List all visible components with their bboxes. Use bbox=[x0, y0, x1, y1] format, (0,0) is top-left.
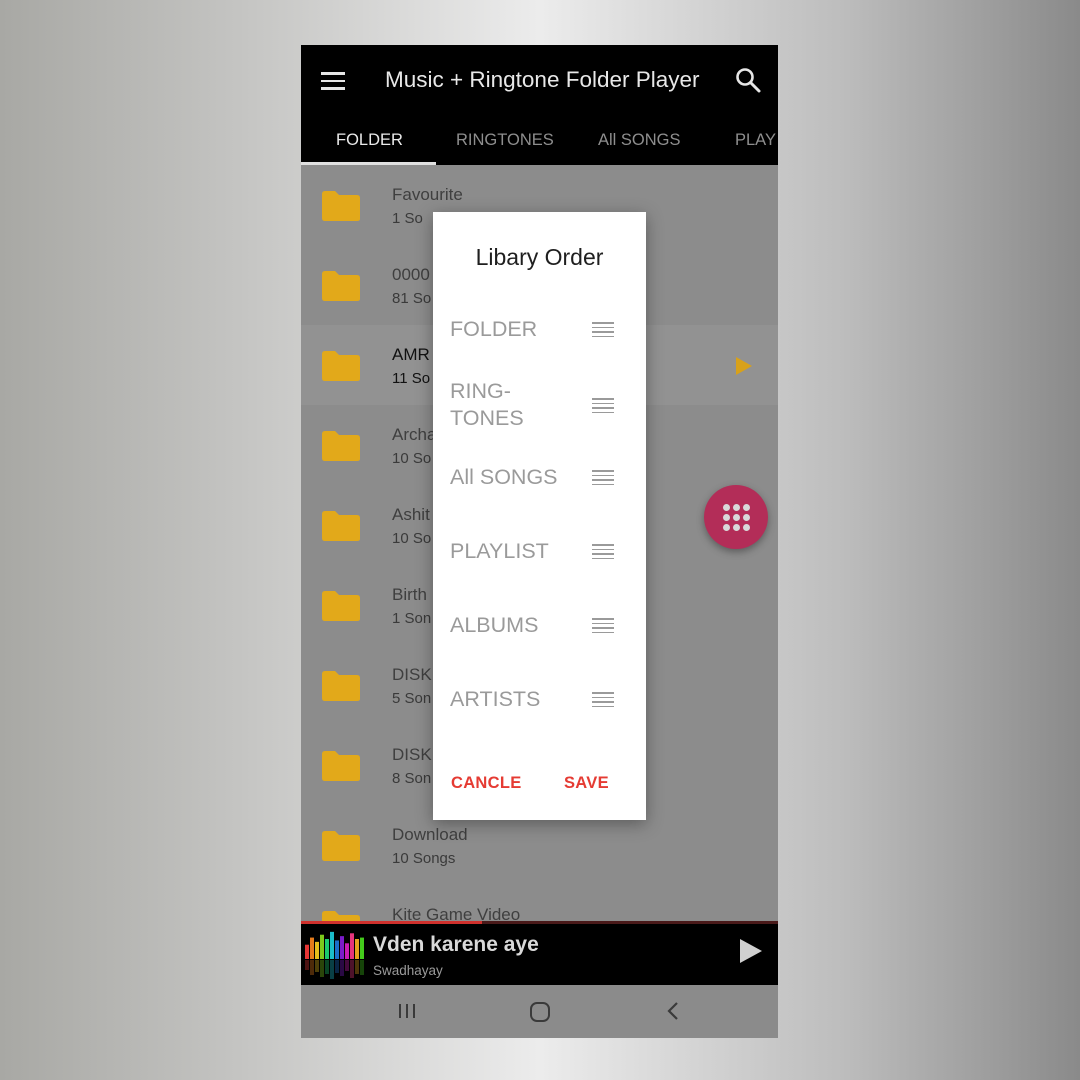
folder-name: Favourite bbox=[392, 185, 463, 204]
folder-name: DISK bbox=[392, 745, 432, 764]
dialpad-fab-button[interactable] bbox=[704, 485, 768, 549]
playback-progress[interactable] bbox=[301, 921, 778, 924]
tab-all-songs[interactable]: All SONGS bbox=[598, 131, 681, 150]
order-item-label: RING- TONES bbox=[450, 379, 524, 430]
order-item-label: ARTISTS bbox=[450, 687, 541, 711]
playback-progress-fill bbox=[301, 921, 483, 924]
folder-song-count: 10 Songs bbox=[392, 850, 456, 867]
folder-icon bbox=[321, 590, 361, 622]
drag-handle-icon[interactable] bbox=[592, 470, 614, 486]
app-title: Music + Ringtone Folder Player bbox=[385, 67, 700, 92]
folder-name: Archa bbox=[392, 425, 437, 444]
folder-name: DISK bbox=[392, 665, 432, 684]
folder-name: AMR bbox=[392, 345, 430, 364]
folder-icon bbox=[321, 190, 361, 222]
drag-handle-icon[interactable] bbox=[592, 398, 614, 414]
drag-handle-icon[interactable] bbox=[592, 544, 614, 560]
folder-song-count: 10 So bbox=[392, 530, 432, 547]
save-button[interactable]: SAVE bbox=[564, 774, 609, 793]
play-icon[interactable] bbox=[734, 355, 754, 382]
library-order-dialog: Libary Order FOLDER RING- TONES All SONGS P… bbox=[433, 212, 646, 820]
tab-ringtones[interactable]: RINGTONES bbox=[456, 131, 554, 150]
folder-icon bbox=[321, 750, 361, 782]
folder-icon bbox=[321, 430, 361, 462]
track-title: Vden karene aye bbox=[373, 933, 539, 956]
folder-name: Birth bbox=[392, 585, 427, 604]
folder-song-count: 1 So bbox=[392, 210, 423, 227]
order-item-label: ALBUMS bbox=[450, 613, 539, 637]
folder-name: Download bbox=[392, 825, 468, 844]
folder-song-count: 8 Son bbox=[392, 770, 432, 787]
folder-icon bbox=[321, 350, 361, 382]
tab-folder[interactable]: FOLDER bbox=[336, 131, 403, 150]
play-icon[interactable] bbox=[738, 937, 764, 970]
folder-icon bbox=[321, 670, 361, 702]
folder-song-count: 10 So bbox=[392, 450, 432, 467]
drag-handle-icon[interactable] bbox=[592, 692, 614, 708]
hamburger-icon[interactable] bbox=[321, 72, 345, 90]
folder-icon bbox=[321, 270, 361, 302]
tab-playlist[interactable]: PLAY bbox=[735, 131, 776, 150]
order-item-label: PLAYLIST bbox=[450, 539, 549, 563]
order-item-label: All SONGS bbox=[450, 465, 558, 489]
folder-icon bbox=[321, 830, 361, 862]
search-icon[interactable] bbox=[734, 66, 762, 94]
cancel-button[interactable]: CANCLE bbox=[451, 774, 522, 793]
folder-song-count: 11 So bbox=[392, 370, 431, 387]
order-item-label: FOLDER bbox=[450, 317, 538, 341]
folder-song-count: 1 Son bbox=[392, 610, 432, 627]
folder-song-count: 5 Son bbox=[392, 690, 432, 707]
system-nav-bar bbox=[301, 985, 778, 1038]
folder-icon bbox=[321, 510, 361, 542]
folder-name: Ashit bbox=[392, 505, 430, 524]
dialog-title: Libary Order bbox=[475, 244, 604, 270]
equalizer-art-icon bbox=[303, 929, 367, 985]
folder-name: 0000 bbox=[392, 265, 430, 284]
app-bar: Music + Ringtone Folder Player FOLDER RI… bbox=[301, 45, 778, 165]
home-icon[interactable] bbox=[529, 1001, 551, 1028]
folder-song-count: 81 So bbox=[392, 290, 432, 307]
drag-handle-icon[interactable] bbox=[592, 618, 614, 634]
now-playing-bar[interactable]: Vden karene aye Swadhayay bbox=[301, 921, 778, 985]
tab-bar: FOLDER RINGTONES All SONGS PLAY bbox=[301, 125, 778, 165]
track-artist: Swadhayay bbox=[373, 963, 443, 978]
drag-handle-icon[interactable] bbox=[592, 322, 614, 338]
recents-icon[interactable] bbox=[397, 1001, 417, 1026]
back-icon[interactable] bbox=[665, 1001, 681, 1026]
dialpad-icon bbox=[723, 504, 750, 531]
